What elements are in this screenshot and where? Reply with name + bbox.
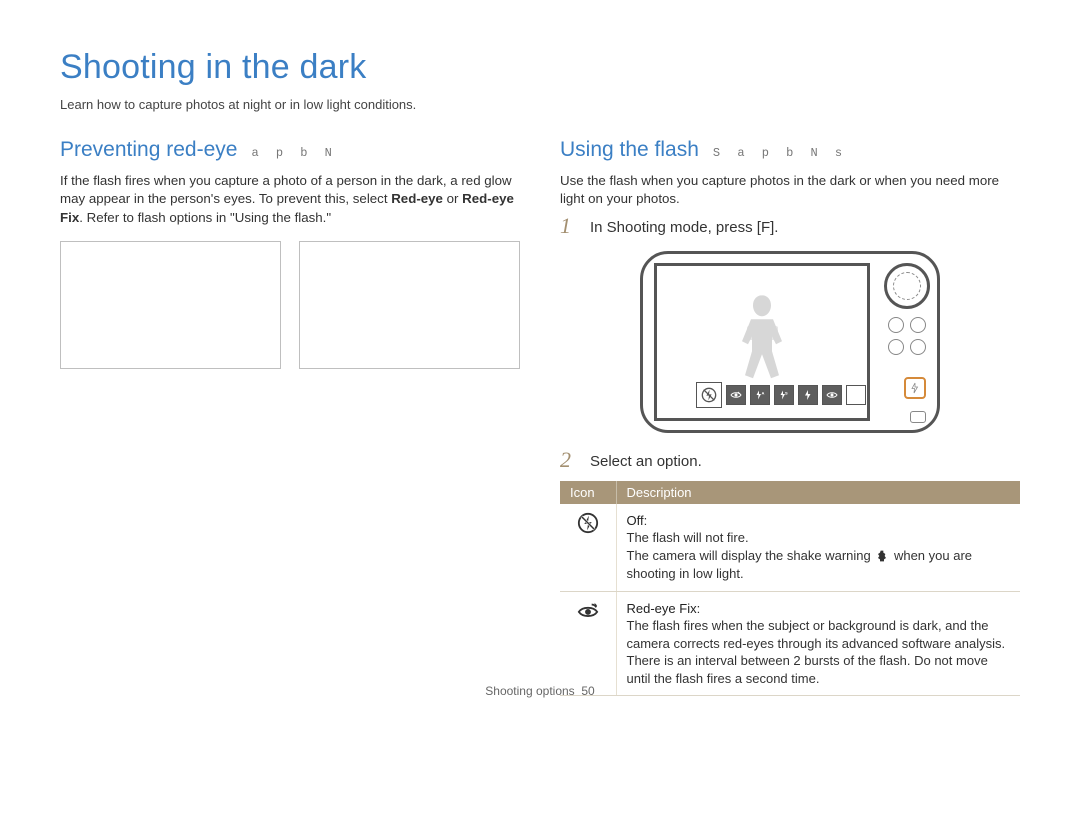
bold-redeye: Red-eye: [391, 191, 443, 206]
mode-indicators-right: S a p b N s: [713, 146, 847, 160]
flash-blank-cell: [846, 385, 866, 405]
option-line: The flash fires when the subject or back…: [627, 618, 1006, 651]
flash-off-icon: [577, 512, 599, 534]
flash-redeye-icon: [822, 385, 842, 405]
row-desc-off: Off: The flash will not fire. The camera…: [616, 504, 1020, 591]
para-text: or: [443, 191, 462, 206]
footer-section: Shooting options: [485, 684, 574, 698]
page-footer: Shooting options 50: [0, 684, 1080, 698]
right-column: Using the ﬂash S a p b N s Use the flash…: [560, 138, 1020, 696]
table-header-icon: Icon: [560, 481, 616, 504]
row-icon-redeye-fix: [560, 591, 616, 696]
flash-button-highlight: [904, 377, 926, 399]
playback-button: [910, 411, 926, 423]
table-row: Red-eye Fix: The flash fires when the su…: [560, 591, 1020, 696]
step-2: 2 Select an option.: [560, 449, 1020, 471]
para-text: . Refer to flash options in "Using the f…: [79, 210, 331, 225]
option-line: There is an interval between 2 bursts of…: [627, 653, 988, 686]
control-buttons: [888, 317, 926, 355]
flash-options-table: Icon Description Off: The flash will not…: [560, 481, 1020, 697]
flash-options-strip: A S: [699, 385, 866, 408]
example-image-2: [299, 241, 520, 369]
step-text-pre: In Shooting mode, press [: [590, 219, 761, 236]
svg-text:S: S: [785, 390, 788, 395]
flash-off-icon: [696, 382, 722, 408]
step-number: 1: [560, 215, 578, 237]
page-subtitle: Learn how to capture photos at night or …: [60, 97, 1020, 112]
row-icon-off: [560, 504, 616, 591]
example-thumbnails: [60, 241, 520, 369]
left-column: Preventing red-eye a p b N If the flash …: [60, 138, 520, 696]
flash-redeye-fix-icon: [726, 385, 746, 405]
table-row: Off: The flash will not fire. The camera…: [560, 504, 1020, 591]
option-line: The flash will not fire.: [627, 530, 749, 545]
section-heading-redeye: Preventing red-eye: [60, 138, 237, 162]
step-1-text: In Shooting mode, press [F].: [590, 215, 778, 237]
mode-indicators-left: a p b N: [251, 146, 336, 160]
section-heading-flash: Using the ﬂash: [560, 138, 699, 162]
step-1: 1 In Shooting mode, press [F].: [560, 215, 1020, 237]
step-number: 2: [560, 449, 578, 471]
flash-slow-icon: S: [774, 385, 794, 405]
step-text-post: ].: [770, 219, 778, 236]
footer-page-number: 50: [581, 684, 594, 698]
shake-warning-icon: [874, 548, 890, 566]
camera-illustration: Auto A S: [640, 251, 940, 433]
camera-screen: Auto A S: [654, 263, 870, 421]
option-line: The camera will display the shake warnin…: [627, 548, 875, 563]
flash-on-icon: [798, 385, 818, 405]
example-image-1: [60, 241, 281, 369]
page-title: Shooting in the dark: [60, 48, 1020, 87]
step-2-text: Select an option.: [590, 449, 702, 471]
key-f: F: [761, 219, 770, 236]
redeye-paragraph: If the flash fires when you capture a ph…: [60, 172, 520, 227]
option-title: Off: [627, 513, 644, 528]
flash-auto-icon: A: [750, 385, 770, 405]
redeye-fix-icon: [577, 600, 599, 622]
table-header-description: Description: [616, 481, 1020, 504]
option-title: Red-eye Fix: [627, 601, 697, 616]
row-desc-redeye-fix: Red-eye Fix: The flash fires when the su…: [616, 591, 1020, 696]
person-silhouette-icon: [734, 295, 790, 385]
svg-text:A: A: [762, 390, 765, 395]
mode-dial: [884, 263, 930, 309]
flash-intro: Use the flash when you capture photos in…: [560, 172, 1020, 209]
